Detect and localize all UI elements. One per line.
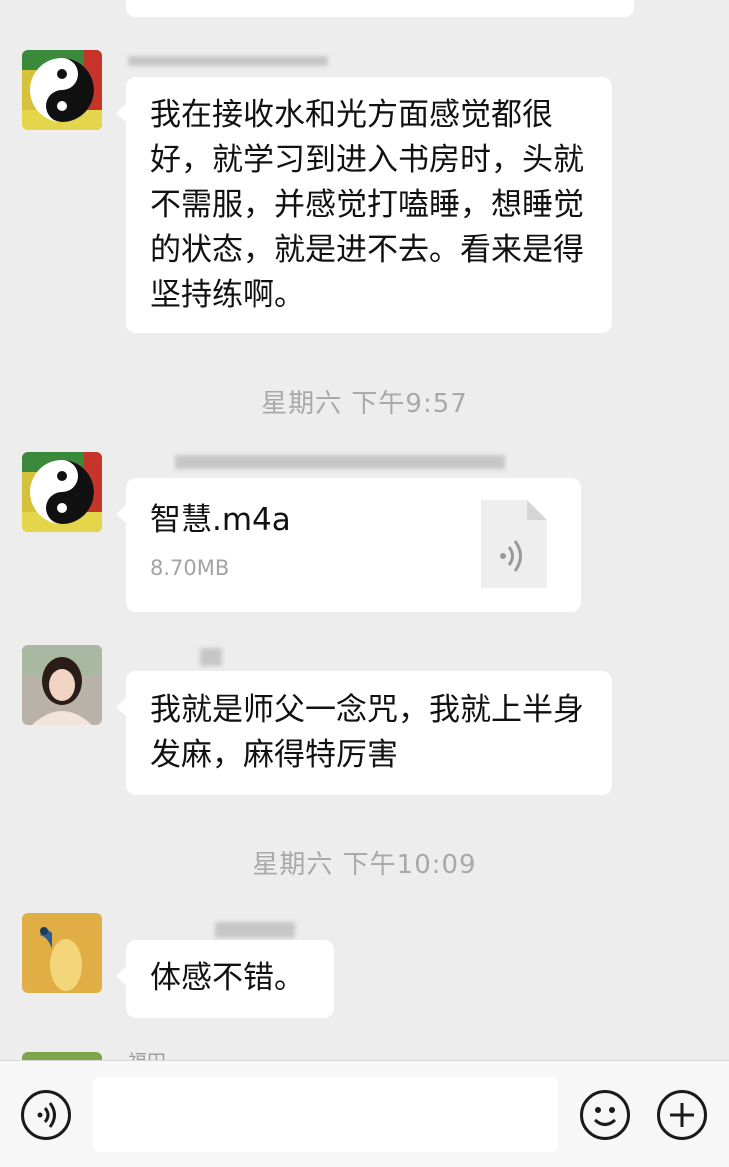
file-message-bubble[interactable]: 智慧.m4a 8.70MB: [116, 478, 581, 612]
sender-name: 福田: [128, 1047, 166, 1060]
sender-name-redacted: [215, 922, 295, 938]
message-bubble[interactable]: 我在接收水和光方面感觉都很好，就学习到进入书房时，头就不需服，并感觉打嗑睡，想睡…: [116, 77, 612, 333]
file-name: 智慧.m4a: [150, 502, 291, 538]
peacock-avatar-icon: [22, 913, 102, 993]
avatar[interactable]: [22, 452, 102, 532]
taiji-avatar-icon: [22, 452, 102, 532]
avatar-icon: [22, 1052, 102, 1060]
avatar[interactable]: [22, 50, 102, 130]
plus-icon: [670, 1103, 694, 1127]
avatar[interactable]: [22, 913, 102, 993]
sender-name-redacted: [128, 56, 328, 66]
emoji-icon: [593, 1107, 617, 1126]
avatar[interactable]: [22, 1052, 102, 1060]
taiji-avatar-icon: [22, 50, 102, 130]
message-text: 我在接收水和光方面感觉都很好，就学习到进入书房时，头就不需服，并感觉打嗑睡，想睡…: [150, 97, 584, 313]
more-functions-button[interactable]: [657, 1090, 707, 1140]
previous-message-bubble[interactable]: [126, 0, 634, 17]
user-photo-avatar-icon: [22, 645, 102, 725]
sender-name-redacted: [200, 648, 222, 666]
message-bubble[interactable]: 我就是师父一念咒，我就上半身发麻，麻得特厉害: [116, 671, 612, 795]
file-size: 8.70MB: [150, 556, 230, 580]
sender-name-redacted: [175, 455, 505, 469]
timestamp: 星期六 下午10:09: [252, 850, 477, 880]
emoji-button[interactable]: [580, 1090, 630, 1140]
audio-file-icon: [481, 500, 547, 588]
message-bubble[interactable]: 体感不错。: [116, 940, 334, 1018]
timestamp: 星期六 下午9:57: [261, 389, 468, 419]
avatar[interactable]: [22, 645, 102, 725]
message-text: 体感不错。: [150, 960, 305, 996]
message-text: 我就是师父一念咒，我就上半身发麻，麻得特厉害: [150, 692, 584, 773]
voice-toggle-button[interactable]: [21, 1090, 71, 1140]
message-input-bar: [0, 1060, 729, 1167]
message-input[interactable]: [93, 1077, 558, 1152]
chat-message-list[interactable]: 我在接收水和光方面感觉都很好，就学习到进入书房时，头就不需服，并感觉打嗑睡，想睡…: [0, 0, 729, 1060]
voice-toggle-icon: [37, 1102, 56, 1128]
